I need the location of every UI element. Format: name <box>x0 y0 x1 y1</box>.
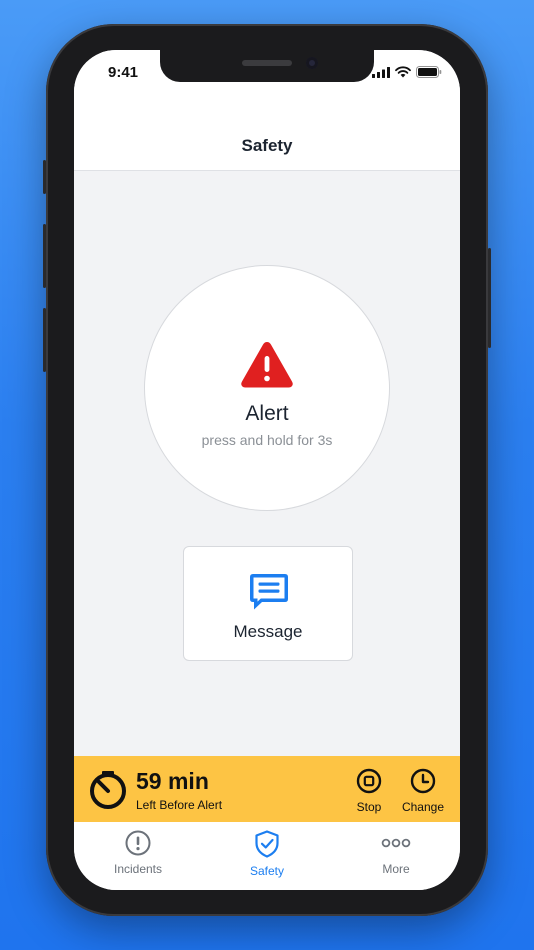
device-notch <box>160 50 374 82</box>
stop-label: Stop <box>356 800 382 814</box>
message-button[interactable]: Message <box>183 546 353 661</box>
more-dots-icon <box>381 838 411 848</box>
phone-frame: 9:41 Safety Alert press and hold for 3s … <box>43 24 491 916</box>
battery-icon <box>416 66 442 78</box>
side-button-power <box>488 248 491 348</box>
chat-message-icon <box>250 574 288 610</box>
exclamation-circle-icon <box>125 830 151 856</box>
timer-value: 59 min <box>136 768 209 794</box>
tab-safety[interactable]: Safety <box>217 830 317 878</box>
app-screen: 9:41 Safety Alert press and hold for 3s … <box>74 50 460 890</box>
alert-label: Alert <box>245 402 289 425</box>
cellular-signal-icon <box>372 66 390 78</box>
side-button-volume-up <box>43 224 46 288</box>
tab-safety-label: Safety <box>249 864 285 878</box>
shield-check-icon <box>255 830 279 858</box>
side-button-silent <box>43 160 46 194</box>
stop-icon <box>356 768 382 794</box>
front-camera <box>306 57 318 69</box>
message-label: Message <box>233 622 303 641</box>
tab-incidents-label: Incidents <box>113 862 163 876</box>
clock-icon <box>410 768 436 794</box>
earpiece-speaker <box>242 60 292 66</box>
status-icons <box>372 66 442 78</box>
stop-timer-button[interactable]: Stop <box>354 768 384 814</box>
warning-triangle-icon <box>241 342 293 388</box>
tab-incidents[interactable]: Incidents <box>88 830 188 876</box>
page-title: Safety <box>241 136 293 155</box>
tab-more-label: More <box>382 862 410 876</box>
alert-button[interactable]: Alert press and hold for 3s <box>144 265 390 511</box>
nav-header: Safety <box>74 94 460 171</box>
safety-timer-bar: 59 min Left Before Alert Stop Change <box>74 756 460 822</box>
alert-hint: press and hold for 3s <box>201 432 333 448</box>
timer-caption: Left Before Alert <box>136 798 223 812</box>
status-time: 9:41 <box>108 64 139 81</box>
side-button-volume-down <box>43 308 46 372</box>
change-timer-button[interactable]: Change <box>400 768 446 814</box>
wifi-icon <box>395 66 411 78</box>
stopwatch-icon <box>90 771 126 809</box>
tab-bar: Incidents Safety More <box>74 822 460 890</box>
change-label: Change <box>401 800 445 814</box>
tab-more[interactable]: More <box>346 830 446 876</box>
